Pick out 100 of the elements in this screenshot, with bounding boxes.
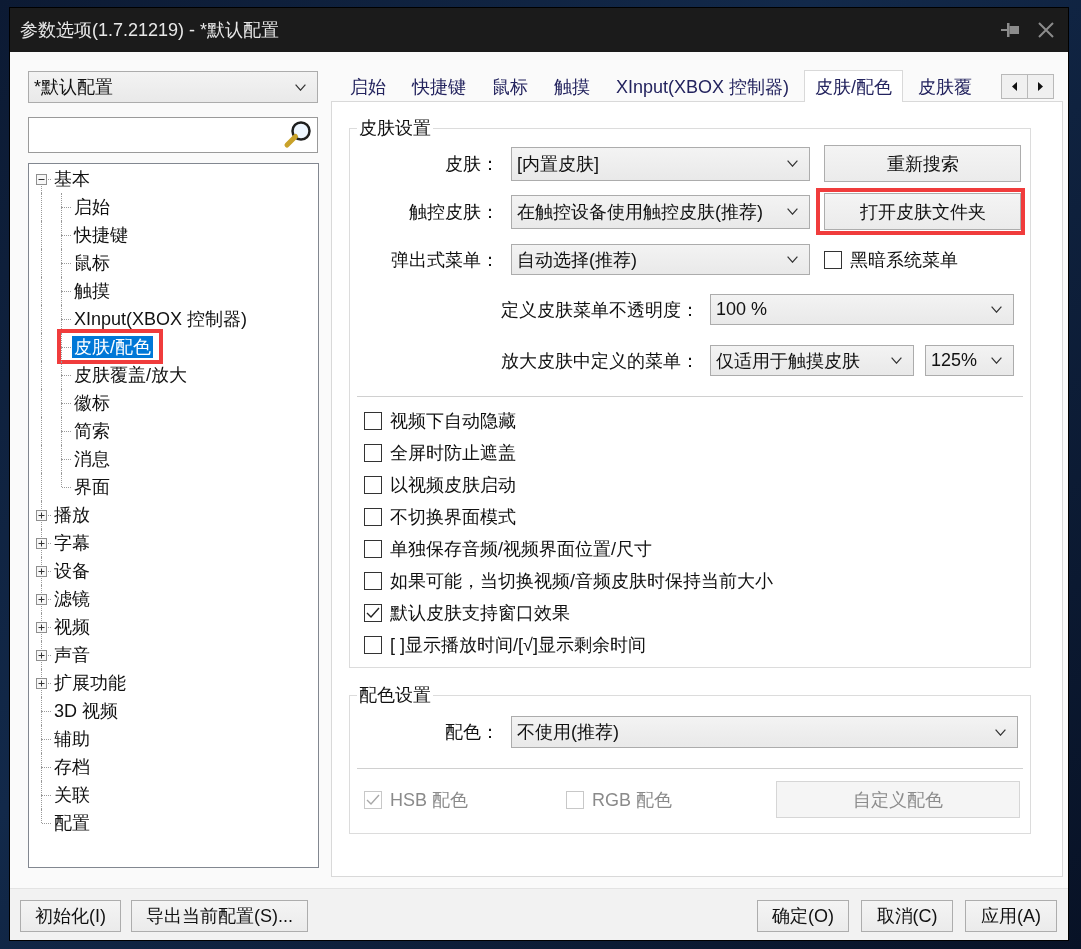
checkbox-label: 不切换界面模式: [390, 506, 516, 529]
checkbox[interactable]: [364, 476, 382, 494]
field-label: 皮肤：: [444, 152, 500, 176]
tree-item[interactable]: 启始: [72, 196, 112, 218]
tree-item[interactable]: 基本: [52, 168, 92, 190]
tree-item[interactable]: 消息: [72, 448, 112, 470]
popup-menu-dropdown[interactable]: 自动选择(推荐): [511, 244, 810, 275]
tree-item[interactable]: 快捷键: [72, 224, 130, 246]
open-folder-button[interactable]: 打开皮肤文件夹: [824, 193, 1021, 230]
field-label: 弹出式菜单：: [390, 248, 500, 272]
tree-item[interactable]: 关联: [52, 784, 92, 806]
dialog-button[interactable]: 应用(A): [965, 900, 1057, 932]
tree-item[interactable]: 配置: [52, 812, 92, 834]
pin-icon[interactable]: [1001, 22, 1019, 38]
tree-item[interactable]: 皮肤/配色: [72, 336, 153, 358]
tab[interactable]: 皮肤覆: [907, 70, 984, 102]
tree-item[interactable]: 设备: [52, 560, 92, 582]
scroll-right-button[interactable]: [1027, 73, 1054, 99]
touch-skin-dropdown[interactable]: 在触控设备使用触控皮肤(推荐): [511, 194, 810, 229]
tree-item[interactable]: 界面: [72, 476, 112, 498]
chevron-down-icon: [991, 357, 1002, 364]
tree-item[interactable]: 存档: [52, 756, 92, 778]
tree-item[interactable]: 扩展功能: [52, 672, 128, 694]
opacity-dropdown[interactable]: 100 %: [710, 294, 1014, 325]
plus-box-icon[interactable]: [35, 565, 47, 577]
minus-box-icon[interactable]: [35, 173, 47, 185]
checkbox[interactable]: [364, 604, 382, 622]
tree-item[interactable]: 辅助: [52, 728, 92, 750]
chevron-down-icon: [295, 83, 306, 91]
dialog-button[interactable]: 取消(C): [861, 900, 953, 932]
field-label: 定义皮肤菜单不透明度：: [500, 298, 700, 322]
scale-percent-dropdown[interactable]: 125%: [925, 345, 1014, 376]
tree-item[interactable]: 声音: [52, 644, 92, 666]
group-title: 配色设置: [358, 685, 432, 705]
field-label: 配色：: [444, 721, 500, 744]
dialog-button[interactable]: 导出当前配置(S)...: [131, 900, 308, 932]
tab[interactable]: 触摸: [543, 70, 601, 102]
skin-dropdown[interactable]: [内置皮肤]: [511, 146, 810, 181]
menu-scale-dropdown[interactable]: 仅适用于触摸皮肤: [710, 345, 914, 376]
field-label: 触控皮肤：: [408, 200, 500, 224]
checkbox-label: RGB 配色: [592, 788, 672, 812]
tree-item[interactable]: 滤镜: [52, 588, 92, 610]
plus-box-icon[interactable]: [35, 537, 47, 549]
checkbox[interactable]: [364, 444, 382, 462]
chevron-down-icon: [787, 160, 798, 167]
tab[interactable]: 快捷键: [401, 70, 477, 102]
group-title: 皮肤设置: [358, 118, 432, 138]
tree-item[interactable]: 触摸: [72, 280, 112, 302]
checkbox-label: [ ]显示播放时间/[√]显示剩余时间: [390, 634, 646, 657]
dialog-button[interactable]: 初始化(I): [20, 900, 121, 932]
tree-item[interactable]: XInput(XBOX 控制器): [72, 308, 250, 330]
tree-item[interactable]: 3D 视频: [52, 700, 120, 722]
plus-box-icon[interactable]: [35, 677, 47, 689]
chevron-down-icon: [787, 208, 798, 215]
tab[interactable]: 鼠标: [481, 70, 539, 102]
tab[interactable]: 皮肤/配色: [804, 70, 904, 102]
tree-item[interactable]: 播放: [52, 504, 92, 526]
profile-dropdown[interactable]: *默认配置: [28, 71, 318, 103]
rescan-button[interactable]: 重新搜索: [824, 145, 1021, 182]
tab[interactable]: 启始: [339, 70, 397, 102]
plus-box-icon[interactable]: [35, 593, 47, 605]
tree-item[interactable]: 视频: [52, 616, 92, 638]
tree-item[interactable]: 简索: [72, 420, 112, 442]
search-icon[interactable]: [282, 120, 312, 150]
plus-box-icon[interactable]: [35, 621, 47, 633]
checkbox[interactable]: [364, 636, 382, 654]
triangle-left-icon: [1012, 81, 1017, 91]
tree-item[interactable]: 字幕: [52, 532, 92, 554]
checkbox[interactable]: [364, 540, 382, 558]
plus-box-icon[interactable]: [35, 509, 47, 521]
checkbox[interactable]: [364, 508, 382, 526]
checkbox-label: 默认皮肤支持窗口效果: [390, 602, 570, 625]
chevron-down-icon: [787, 256, 798, 263]
search-field[interactable]: [28, 117, 318, 153]
tree-item[interactable]: 徽标: [72, 392, 112, 414]
checkbox-label: 以视频皮肤启动: [390, 474, 516, 497]
checkmark-icon: [366, 607, 380, 619]
close-icon[interactable]: [1038, 22, 1054, 38]
checkmark-icon: [366, 793, 380, 806]
chevron-down-icon: [891, 357, 902, 364]
checkbox[interactable]: [824, 250, 842, 269]
checkbox-label: HSB 配色: [390, 788, 468, 812]
tree-item[interactable]: 皮肤覆盖/放大: [72, 364, 189, 386]
checkbox[interactable]: [364, 572, 382, 590]
plus-box-icon[interactable]: [35, 649, 47, 661]
dialog-button[interactable]: 确定(O): [757, 900, 849, 932]
tree-item[interactable]: 鼠标: [72, 252, 112, 274]
checkbox-label: 如果可能，当切换视频/音频皮肤时保持当前大小: [390, 570, 773, 593]
triangle-right-icon: [1038, 81, 1043, 91]
checkbox[interactable]: [364, 412, 382, 430]
checkbox-label: 全屏时防止遮盖: [390, 442, 516, 465]
checkbox-label: 黑暗系统菜单: [850, 248, 958, 272]
chevron-down-icon: [991, 306, 1002, 313]
checkbox-label: 单独保存音频/视频界面位置/尺寸: [390, 538, 652, 561]
tab[interactable]: XInput(XBOX 控制器): [605, 70, 801, 102]
window-title: 参数选项(1.7.21219) - *默认配置: [20, 19, 281, 42]
scroll-left-button[interactable]: [1001, 73, 1028, 99]
field-label: 放大皮肤中定义的菜单：: [500, 349, 700, 373]
chevron-down-icon: [995, 728, 1006, 736]
color-scheme-dropdown[interactable]: 不使用(推荐): [511, 716, 1018, 748]
